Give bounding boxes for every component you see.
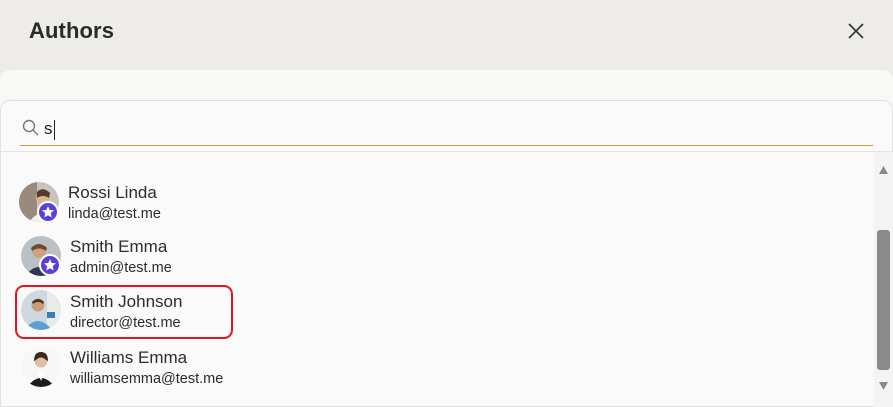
author-email: director@test.me [70,315,181,331]
search-box[interactable] [20,113,873,146]
close-icon [848,23,864,39]
star-badge-icon [37,201,59,223]
author-item[interactable]: Smith Johnson director@test.me [0,284,865,339]
scrollbar-thumb[interactable] [877,230,890,370]
search-icon [22,119,39,136]
author-name: Williams Emma [70,348,188,367]
close-button[interactable] [843,18,869,44]
scroll-up-icon[interactable] [878,162,889,174]
scrollbar[interactable] [874,152,893,407]
avatar [21,290,61,330]
author-item[interactable]: Rossi Linda linda@test.me [0,175,865,230]
star-badge-icon [39,254,61,276]
author-email: linda@test.me [68,206,161,222]
divider [0,151,893,152]
author-name: Smith Emma [70,237,168,256]
dialog-title: Authors [29,18,115,43]
avatar [21,347,61,387]
author-name: Smith Johnson [70,292,183,311]
search-input[interactable] [44,115,844,143]
author-email: admin@test.me [70,260,172,276]
text-caret [54,120,55,140]
author-email: williamsemma@test.me [70,371,224,387]
dialog-header: Authors [0,0,893,70]
author-item[interactable]: Smith Emma admin@test.me [0,229,865,284]
author-name: Rossi Linda [68,183,157,202]
author-item[interactable]: Williams Emma williamsemma@test.me [0,340,865,395]
scroll-down-icon[interactable] [878,378,889,390]
